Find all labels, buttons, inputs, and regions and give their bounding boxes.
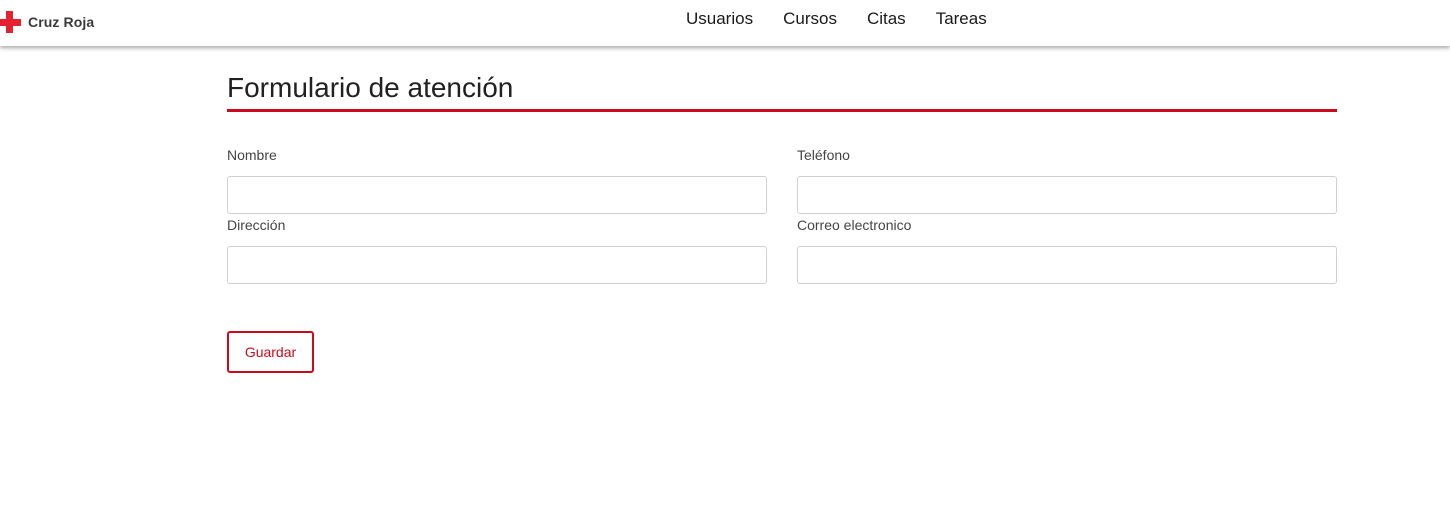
correo-label: Correo electronico bbox=[797, 217, 912, 233]
nombre-input[interactable] bbox=[227, 176, 767, 214]
main-nav: Usuarios Cursos Citas Tareas bbox=[686, 9, 1017, 29]
page-title: Formulario de atención bbox=[227, 70, 1337, 112]
brand-name: Cruz Roja bbox=[28, 14, 95, 30]
field-nombre: Nombre bbox=[227, 146, 767, 214]
telefono-label: Teléfono bbox=[797, 147, 850, 163]
nav-item-tareas[interactable]: Tareas bbox=[936, 9, 987, 29]
field-telefono: Teléfono bbox=[797, 146, 1337, 214]
field-direccion: Dirección bbox=[227, 216, 767, 284]
telefono-input[interactable] bbox=[797, 176, 1337, 214]
brand-logo-link[interactable]: Cruz Roja bbox=[0, 9, 94, 35]
nav-item-usuarios[interactable]: Usuarios bbox=[686, 9, 753, 29]
direccion-label: Dirección bbox=[227, 217, 286, 233]
correo-input[interactable] bbox=[797, 246, 1337, 284]
top-navbar: Cruz Roja Usuarios Cursos Citas Tareas bbox=[0, 0, 1450, 46]
red-cross-icon bbox=[0, 11, 21, 33]
nav-item-citas[interactable]: Citas bbox=[867, 9, 906, 29]
main-content: Formulario de atención Nombre Teléfono D… bbox=[227, 70, 1337, 373]
attention-form: Nombre Teléfono Dirección Correo electro… bbox=[227, 146, 1337, 284]
save-button[interactable]: Guardar bbox=[227, 331, 314, 373]
direccion-input[interactable] bbox=[227, 246, 767, 284]
nav-item-cursos[interactable]: Cursos bbox=[783, 9, 837, 29]
nombre-label: Nombre bbox=[227, 147, 277, 163]
field-correo: Correo electronico bbox=[797, 216, 1337, 284]
